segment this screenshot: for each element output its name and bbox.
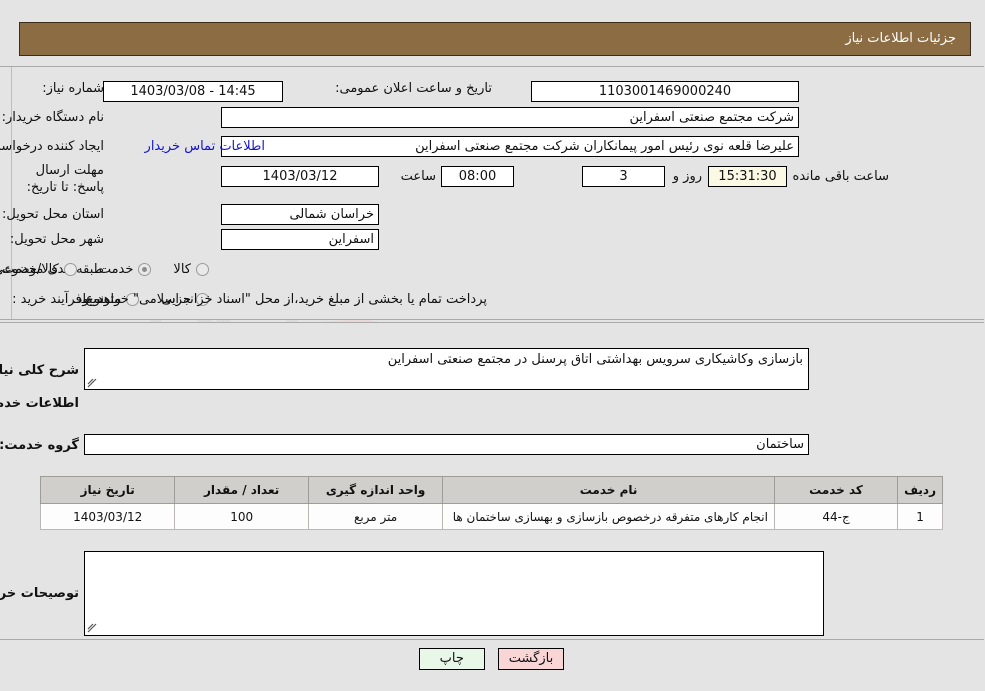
need-number-field-wrap: 1103001469000240 (532, 81, 800, 102)
province-input[interactable]: خراسان شمالی (222, 204, 380, 225)
countdown-wrap: 15:31:30 (709, 166, 788, 187)
creator-input[interactable]: علیرضا قلعه نوی رئیس امور پیمانکاران شرک… (222, 136, 800, 157)
col-qty: تعداد / مقدار (175, 476, 310, 504)
creator-label: ایجاد کننده درخواست: (0, 139, 105, 154)
footer-actions: بازگشت چاپ (0, 648, 985, 670)
buyer-org-field-wrap: شرکت مجتمع صنعتی اسفراین (222, 107, 800, 128)
buyer-comments-resize-handle[interactable] (88, 623, 98, 633)
col-row: ردیف (898, 476, 944, 504)
radio-kala-khedmat-label: کالا/خدمت (3, 262, 60, 277)
services-table: ردیف کد خدمت نام خدمت واحد اندازه گیری ت… (40, 476, 944, 530)
cell-row: 1 (898, 503, 944, 530)
countdown-timer: 15:31:30 (709, 166, 788, 187)
back-button[interactable]: بازگشت (498, 648, 566, 670)
need-number-label: شماره نیاز: (43, 81, 105, 96)
treasury-note: پرداخت تمام یا بخشی از مبلغ خرید،از محل … (73, 292, 488, 307)
deadline-label-wrap: مهلت ارسال پاسخ: تا تاریخ: (10, 162, 105, 196)
radio-khedmat-label: خدمت (99, 262, 135, 277)
table-row[interactable]: 1 ج-44 انجام کارهای متفرقه درخصوص بازساز… (40, 503, 944, 530)
hour-label: ساعت (401, 169, 437, 184)
page-title: جزئیات اطلاعات نیاز (846, 31, 957, 46)
cell-unit: متر مربع (308, 503, 445, 530)
cell-qty: 100 (175, 503, 310, 530)
deadline-time-input[interactable]: 08:00 (442, 166, 515, 187)
city-label-wrap: شهر محل تحویل: (11, 232, 105, 247)
contact-link-wrap: اطلاعات تماس خریدار (146, 139, 266, 154)
radio-kala-label: کالا (174, 262, 192, 277)
service-group-input[interactable]: ساختمان (85, 434, 810, 455)
cell-date: 1403/03/12 (40, 503, 177, 530)
remaining-suffix-label: ساعت باقی مانده (793, 169, 890, 184)
category-radio-group: کالا خدمت کالا/خدمت (3, 262, 210, 277)
window-titlebar: جزئیات اطلاعات نیاز (20, 22, 972, 56)
buyer-comments-textarea[interactable] (85, 551, 825, 636)
days-remaining-input[interactable]: 3 (583, 166, 666, 187)
radio-option-kala[interactable]: کالا (174, 262, 210, 277)
city-label: شهر محل تحویل: (10, 232, 105, 247)
buyer-comments-label: توصیحات خریدار: (0, 586, 80, 601)
announce-datetime-input[interactable]: 14:45 - 1403/03/08 (104, 81, 284, 102)
days-word-wrap: روز و (674, 169, 703, 184)
buyer-contact-link[interactable]: اطلاعات تماس خریدار (146, 139, 266, 154)
table-header-row: ردیف کد خدمت نام خدمت واحد اندازه گیری ت… (40, 476, 944, 504)
need-desc-resize-handle[interactable] (88, 378, 98, 388)
need-info-panel (0, 66, 985, 320)
need-desc-textarea[interactable]: بازسازی وکاشیکاری سرویس بهداشتی اتاق پرس… (85, 348, 810, 390)
cell-code: ج-44 (774, 503, 900, 530)
buyer-org-input[interactable]: شرکت مجتمع صنعتی اسفراین (222, 107, 800, 128)
radio-khedmat-icon[interactable] (139, 263, 153, 276)
city-field-wrap: اسفراین (222, 229, 380, 250)
treasury-note-wrap: پرداخت تمام یا بخشی از مبلغ خرید،از محل … (73, 292, 488, 307)
print-button[interactable]: چاپ (419, 648, 486, 670)
city-input[interactable]: اسفراین (222, 229, 380, 250)
need-desc-label: شرح کلی نیاز: (0, 363, 80, 378)
announce-field-wrap: 14:45 - 1403/03/08 (104, 81, 284, 102)
service-group-label: گروه خدمت: (0, 438, 80, 453)
hour-label-wrap: ساعت (402, 169, 437, 184)
deadline-label: مهلت ارسال پاسخ: تا تاریخ: (27, 163, 105, 195)
radio-kala-icon[interactable] (197, 263, 210, 276)
need-number-input[interactable]: 1103001469000240 (532, 81, 800, 102)
services-heading: اطلاعات خدمات مورد نیاز (0, 396, 80, 411)
days-word-label: روز و (673, 169, 703, 184)
col-unit: واحد اندازه گیری (308, 476, 445, 504)
province-label-wrap: استان محل تحویل: (3, 207, 105, 222)
buyer-org-label: نام دستگاه خریدار: (2, 110, 105, 125)
buyer-org-label-wrap: نام دستگاه خریدار: (3, 110, 105, 125)
days-remaining-wrap: 3 (583, 166, 666, 187)
deadline-date-input[interactable]: 1403/03/12 (222, 166, 380, 187)
col-code: کد خدمت (774, 476, 900, 504)
radio-option-kala-khedmat[interactable]: کالا/خدمت (3, 262, 78, 277)
creator-label-wrap: ایجاد کننده درخواست: (0, 139, 105, 154)
remaining-suffix-wrap: ساعت باقی مانده (794, 169, 890, 184)
announce-label-wrap: تاریخ و ساعت اعلان عمومی: (336, 81, 493, 96)
radio-kala-khedmat-icon[interactable] (64, 263, 78, 276)
cell-name: انجام کارهای متفرقه درخصوص بازسازی و بهس… (443, 503, 776, 530)
province-label: استان محل تحویل: (3, 207, 105, 222)
radio-option-khedmat[interactable]: خدمت (100, 262, 153, 277)
province-field-wrap: خراسان شمالی (222, 204, 380, 225)
col-name: نام خدمت (443, 476, 776, 504)
need-number-label-wrap: شماره نیاز: (43, 81, 105, 96)
col-date: تاریخ نیاز (40, 476, 177, 504)
deadline-date-wrap: 1403/03/12 (222, 166, 380, 187)
announce-datetime-label: تاریخ و ساعت اعلان عمومی: (336, 81, 493, 96)
deadline-time-wrap: 08:00 (442, 166, 515, 187)
creator-field-wrap: علیرضا قلعه نوی رئیس امور پیمانکاران شرک… (222, 136, 800, 157)
